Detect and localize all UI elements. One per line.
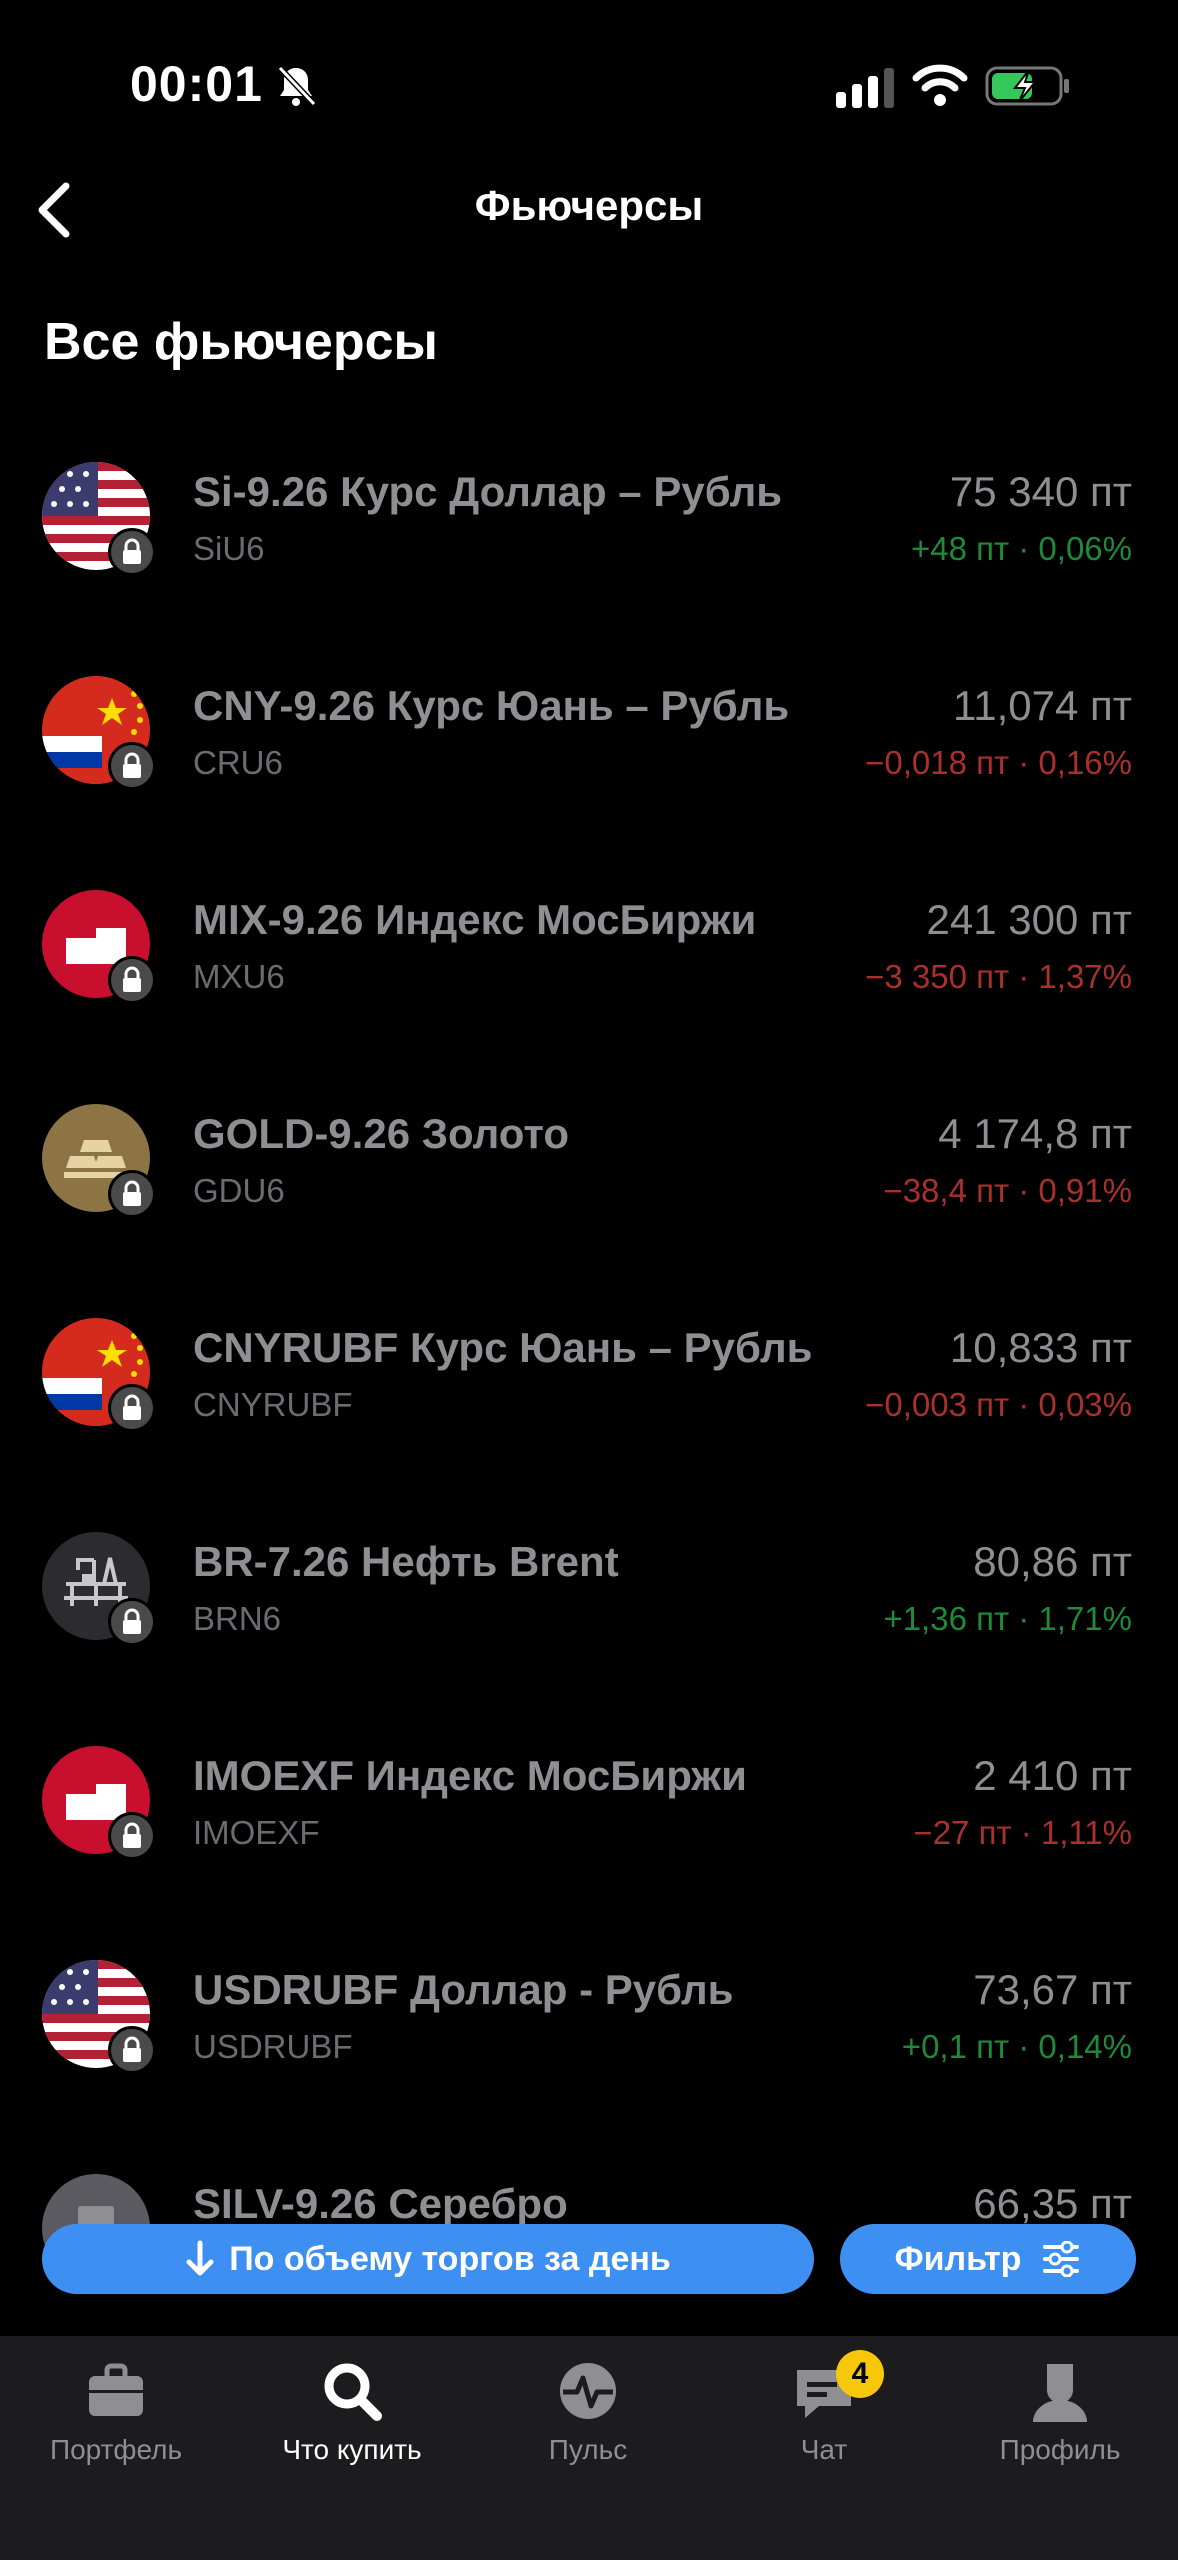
briefcase-icon <box>89 2363 143 2416</box>
lock-icon <box>108 2026 156 2074</box>
future-price: 73,67 пт <box>973 1966 1132 2013</box>
future-change: +1,36 пт · 1,71% <box>883 1600 1132 1637</box>
tab-label: Портфель <box>49 2434 183 2465</box>
lock-icon <box>108 956 156 1004</box>
future-change: −38,4 пт · 0,91% <box>883 1172 1132 1209</box>
search-icon <box>324 2363 382 2421</box>
tab-what-to-buy[interactable]: Что купить <box>252 2356 452 2486</box>
future-change: −0,018 пт · 0,16% <box>865 744 1132 781</box>
future-row-usdrubf[interactable]: USDRUBF Доллар - Рубль USDRUBF 73,67 пт … <box>0 1938 1178 2152</box>
lock-icon <box>108 1170 156 1218</box>
future-change: −3 350 пт · 1,37% <box>865 958 1132 995</box>
future-ticker: BRN6 <box>193 1600 282 1637</box>
status-time: 00:01 <box>130 56 263 112</box>
future-name: BR-7.26 Нефть Brent <box>193 1538 619 1585</box>
future-name: IMOEXF Индекс МосБиржи <box>193 1752 747 1799</box>
future-name: SILV-9.26 Серебро <box>193 2180 568 2227</box>
lock-icon <box>108 1384 156 1432</box>
profile-icon <box>1033 2364 1087 2422</box>
lock-icon <box>108 528 156 576</box>
tab-bar: Портфель Что купить Пульс 4 Чат Профиль <box>0 2336 1178 2560</box>
filter-label: Фильтр <box>894 2239 1022 2278</box>
cellular-signal-icon <box>836 68 894 108</box>
tab-label: Что купить <box>282 2434 422 2465</box>
tab-chat[interactable]: 4 Чат <box>724 2350 924 2486</box>
future-ticker: CRU6 <box>193 744 283 781</box>
future-ticker: CNYRUBF <box>193 1386 353 1423</box>
future-price: 2 410 пт <box>973 1752 1132 1799</box>
bell-muted-icon <box>277 65 317 107</box>
page-title: Фьючерсы <box>474 182 704 229</box>
tab-portfolio[interactable]: Портфель <box>16 2356 216 2486</box>
future-row-brent[interactable]: BR-7.26 Нефть Brent BRN6 80,86 пт +1,36 … <box>0 1510 1178 1724</box>
future-ticker: IMOEXF <box>193 1814 320 1851</box>
future-name: CNYRUBF Курс Юань – Рубль <box>193 1324 813 1371</box>
sort-label: По объему торгов за день <box>229 2239 671 2278</box>
future-ticker: USDRUBF <box>193 2028 353 2065</box>
future-name: USDRUBF Доллар - Рубль <box>193 1966 734 2013</box>
future-row-si[interactable]: Si-9.26 Курс Доллар – Рубль SiU6 75 340 … <box>0 440 1178 654</box>
future-price: 66,35 пт <box>973 2180 1132 2227</box>
future-price: 75 340 пт <box>949 468 1132 515</box>
future-row-imoexf[interactable]: IMOEXF Индекс МосБиржи IMOEXF 2 410 пт −… <box>0 1724 1178 1938</box>
filter-button[interactable]: Фильтр <box>840 2224 1136 2294</box>
lock-icon <box>108 742 156 790</box>
sliders-icon <box>1043 2241 1080 2277</box>
pulse-icon <box>560 2363 616 2419</box>
future-change: +48 пт · 0,06% <box>910 530 1132 567</box>
future-price: 241 300 пт <box>926 896 1132 943</box>
lock-icon <box>108 1598 156 1646</box>
chat-badge: 4 <box>836 2350 884 2398</box>
future-ticker: SiU6 <box>193 530 265 567</box>
future-change: +0,1 пт · 0,14% <box>901 2028 1132 2065</box>
tab-profile[interactable]: Профиль <box>960 2356 1160 2486</box>
battery-charging-icon <box>985 66 1069 106</box>
tab-pulse[interactable]: Пульс <box>488 2356 688 2486</box>
tab-label: Чат <box>800 2434 848 2465</box>
lock-icon <box>108 1812 156 1860</box>
future-name: CNY-9.26 Курс Юань – Рубль <box>193 682 790 729</box>
future-price: 10,833 пт <box>949 1324 1132 1371</box>
wifi-icon <box>912 64 968 106</box>
future-price: 11,074 пт <box>953 682 1132 729</box>
future-ticker: MXU6 <box>193 958 285 995</box>
future-row-mix[interactable]: MIX-9.26 Индекс МосБиржи MXU6 241 300 пт… <box>0 868 1178 1082</box>
future-row-cnyrubf[interactable]: CNYRUBF Курс Юань – Рубль CNYRUBF 10,833… <box>0 1296 1178 1510</box>
future-name: MIX-9.26 Индекс МосБиржи <box>193 896 757 943</box>
status-bar: 00:01 <box>0 0 1178 170</box>
future-price: 4 174,8 пт <box>938 1110 1132 1157</box>
sort-button[interactable]: По объему торгов за день <box>42 2224 814 2294</box>
future-name: GOLD-9.26 Золото <box>193 1110 570 1157</box>
tab-label: Пульс <box>548 2434 628 2465</box>
tab-label: Профиль <box>999 2434 1121 2465</box>
future-ticker: GDU6 <box>193 1172 285 1209</box>
section-title: Все фьючерсы <box>44 313 438 371</box>
arrow-down-icon <box>186 2240 214 2276</box>
future-row-cny[interactable]: CNY-9.26 Курс Юань – Рубль CRU6 11,074 п… <box>0 654 1178 868</box>
future-row-gold[interactable]: GOLD-9.26 Золото GDU6 4 174,8 пт −38,4 п… <box>0 1082 1178 1296</box>
future-change: −27 пт · 1,11% <box>913 1814 1132 1851</box>
future-change: −0,003 пт · 0,03% <box>865 1386 1132 1423</box>
future-name: Si-9.26 Курс Доллар – Рубль <box>193 468 783 515</box>
future-price: 80,86 пт <box>973 1538 1132 1585</box>
